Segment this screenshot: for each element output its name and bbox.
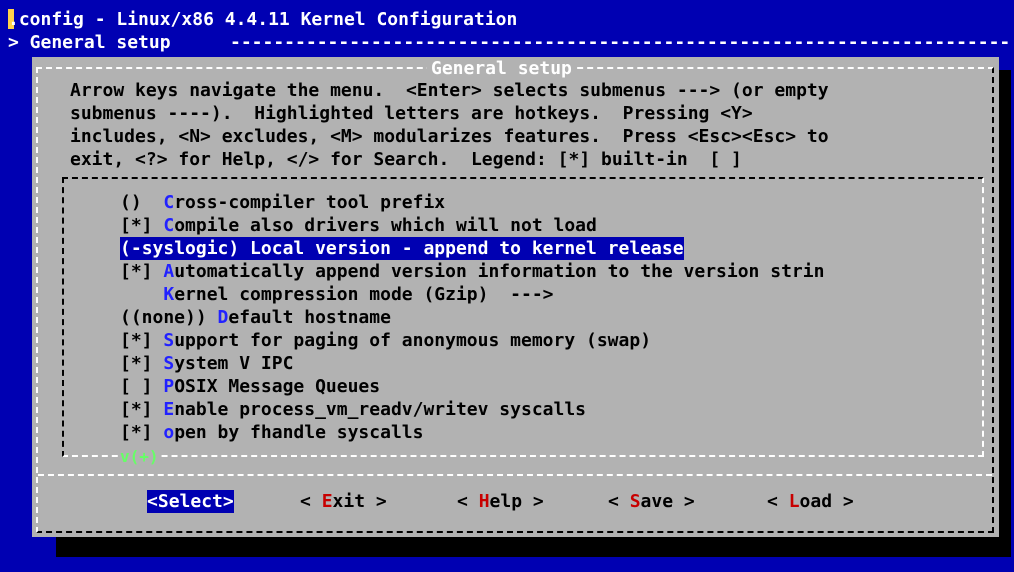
menu-item[interactable]: ((none)) Default hostname bbox=[120, 306, 391, 329]
button-load[interactable]: < Load > bbox=[767, 490, 854, 513]
menu-item-prefix: [ ] bbox=[120, 376, 164, 397]
menu-item[interactable]: [*] Support for paging of anonymous memo… bbox=[120, 329, 651, 352]
button-rest: oad bbox=[799, 491, 833, 512]
menu-item-hotkey: D bbox=[217, 307, 229, 328]
dialog-shadow-right bbox=[999, 70, 1011, 557]
button-left: < bbox=[147, 491, 158, 512]
menu-item-hotkey: E bbox=[163, 399, 175, 420]
dialog-shadow-bottom bbox=[56, 537, 1011, 557]
menu-item-prefix: () bbox=[120, 192, 164, 213]
menu-item-label: ross-compiler tool prefix bbox=[174, 192, 446, 213]
menu-item-prefix: ((none)) bbox=[120, 307, 218, 328]
help-text-line: Arrow keys navigate the menu. <Enter> se… bbox=[70, 80, 829, 101]
menu-item-prefix: [*] bbox=[120, 215, 164, 236]
button-separator bbox=[38, 474, 992, 476]
menu-item-hotkey: A bbox=[163, 261, 175, 282]
menu-item-hotkey: C bbox=[163, 192, 175, 213]
button-hotkey: H bbox=[478, 491, 490, 512]
menu-item-prefix: [*] bbox=[120, 422, 164, 443]
menu-item[interactable]: [ ] POSIX Message Queues bbox=[120, 375, 380, 398]
menu-item-prefix: [*] bbox=[120, 330, 164, 351]
menu-item-prefix: [*] bbox=[120, 261, 164, 282]
button-rest: xit bbox=[332, 491, 366, 512]
more-items-indicator: v(+) bbox=[118, 445, 161, 468]
menu-item[interactable]: [*] Enable process_vm_readv/writev sysca… bbox=[120, 398, 586, 421]
button-hotkey: S bbox=[157, 491, 169, 512]
menu-item-label: efault hostname bbox=[228, 307, 391, 328]
button-right: > bbox=[522, 491, 544, 512]
button-rest: elect bbox=[168, 491, 223, 512]
menu-item[interactable]: Kernel compression mode (Gzip) ---> bbox=[120, 283, 554, 306]
menu-item-hotkey: P bbox=[163, 376, 175, 397]
button-exit[interactable]: < Exit > bbox=[300, 490, 387, 513]
menu-item-hotkey: K bbox=[163, 284, 175, 305]
button-right: > bbox=[365, 491, 387, 512]
menu-item-prefix: [*] bbox=[120, 353, 164, 374]
button-help[interactable]: < Help > bbox=[457, 490, 544, 513]
menu-item-hotkey: - bbox=[130, 238, 142, 259]
button-hotkey: S bbox=[629, 491, 641, 512]
button-left: < bbox=[608, 491, 630, 512]
menu-item-hotkey: C bbox=[163, 215, 175, 236]
menu-item-label: nable process_vm_readv/writev syscalls bbox=[174, 399, 587, 420]
menu-item-prefix: ( bbox=[120, 238, 131, 259]
menu-item-label: syslogic) Local version - append to kern… bbox=[141, 238, 684, 259]
button-rest: ave bbox=[640, 491, 674, 512]
button-right: > bbox=[832, 491, 854, 512]
menu-item[interactable]: (-syslogic) Local version - append to ke… bbox=[120, 237, 684, 260]
button-right: > bbox=[673, 491, 695, 512]
button-hotkey: E bbox=[321, 491, 333, 512]
breadcrumb: > General setup bbox=[8, 32, 171, 53]
menu-item-prefix: [*] bbox=[120, 399, 164, 420]
button-left: < bbox=[457, 491, 479, 512]
menu-item-hotkey: S bbox=[163, 330, 175, 351]
menu-item-hotkey: S bbox=[163, 353, 175, 374]
button-left: < bbox=[300, 491, 322, 512]
menu-item-hotkey: o bbox=[163, 422, 175, 443]
help-text-line: exit, <?> for Help, </> for Search. Lege… bbox=[70, 149, 742, 170]
button-hotkey: L bbox=[788, 491, 800, 512]
menu-item-label: utomatically append version information … bbox=[174, 261, 825, 282]
button-left: < bbox=[767, 491, 789, 512]
menu-item[interactable]: [*] open by fhandle syscalls bbox=[120, 421, 423, 444]
general-setup-dialog: General setup Arrow keys navigate the me… bbox=[32, 57, 999, 537]
button-save[interactable]: < Save > bbox=[608, 490, 695, 513]
dialog-title: General setup bbox=[427, 57, 576, 80]
button-rest: elp bbox=[489, 491, 523, 512]
menu-item-label: upport for paging of anonymous memory (s… bbox=[174, 330, 652, 351]
menu-item-label: ompile also drivers which will not load bbox=[174, 215, 597, 236]
menu-item[interactable]: () Cross-compiler tool prefix bbox=[120, 191, 445, 214]
help-text-line: submenus ----). Highlighted letters are … bbox=[70, 103, 753, 124]
help-text-line: includes, <N> excludes, <M> modularizes … bbox=[70, 126, 829, 147]
menu-item-label: OSIX Message Queues bbox=[174, 376, 381, 397]
menu-item-prefix bbox=[120, 284, 163, 305]
menu-item[interactable]: [*] Automatically append version informa… bbox=[120, 260, 824, 283]
menu-item-label: ystem V IPC bbox=[174, 353, 294, 374]
button-right: > bbox=[222, 491, 234, 512]
button-select[interactable]: <Select> bbox=[147, 490, 234, 513]
menu-item[interactable]: [*] Compile also drivers which will not … bbox=[120, 214, 597, 237]
window-title: .config - Linux/x86 4.4.11 Kernel Config… bbox=[8, 9, 518, 30]
menu-item-label: ernel compression mode (Gzip) ---> bbox=[174, 284, 554, 305]
menu-item[interactable]: [*] System V IPC bbox=[120, 352, 293, 375]
breadcrumb-rule: ----------------------------------------… bbox=[230, 32, 1010, 53]
menu-item-label: pen by fhandle syscalls bbox=[174, 422, 424, 443]
